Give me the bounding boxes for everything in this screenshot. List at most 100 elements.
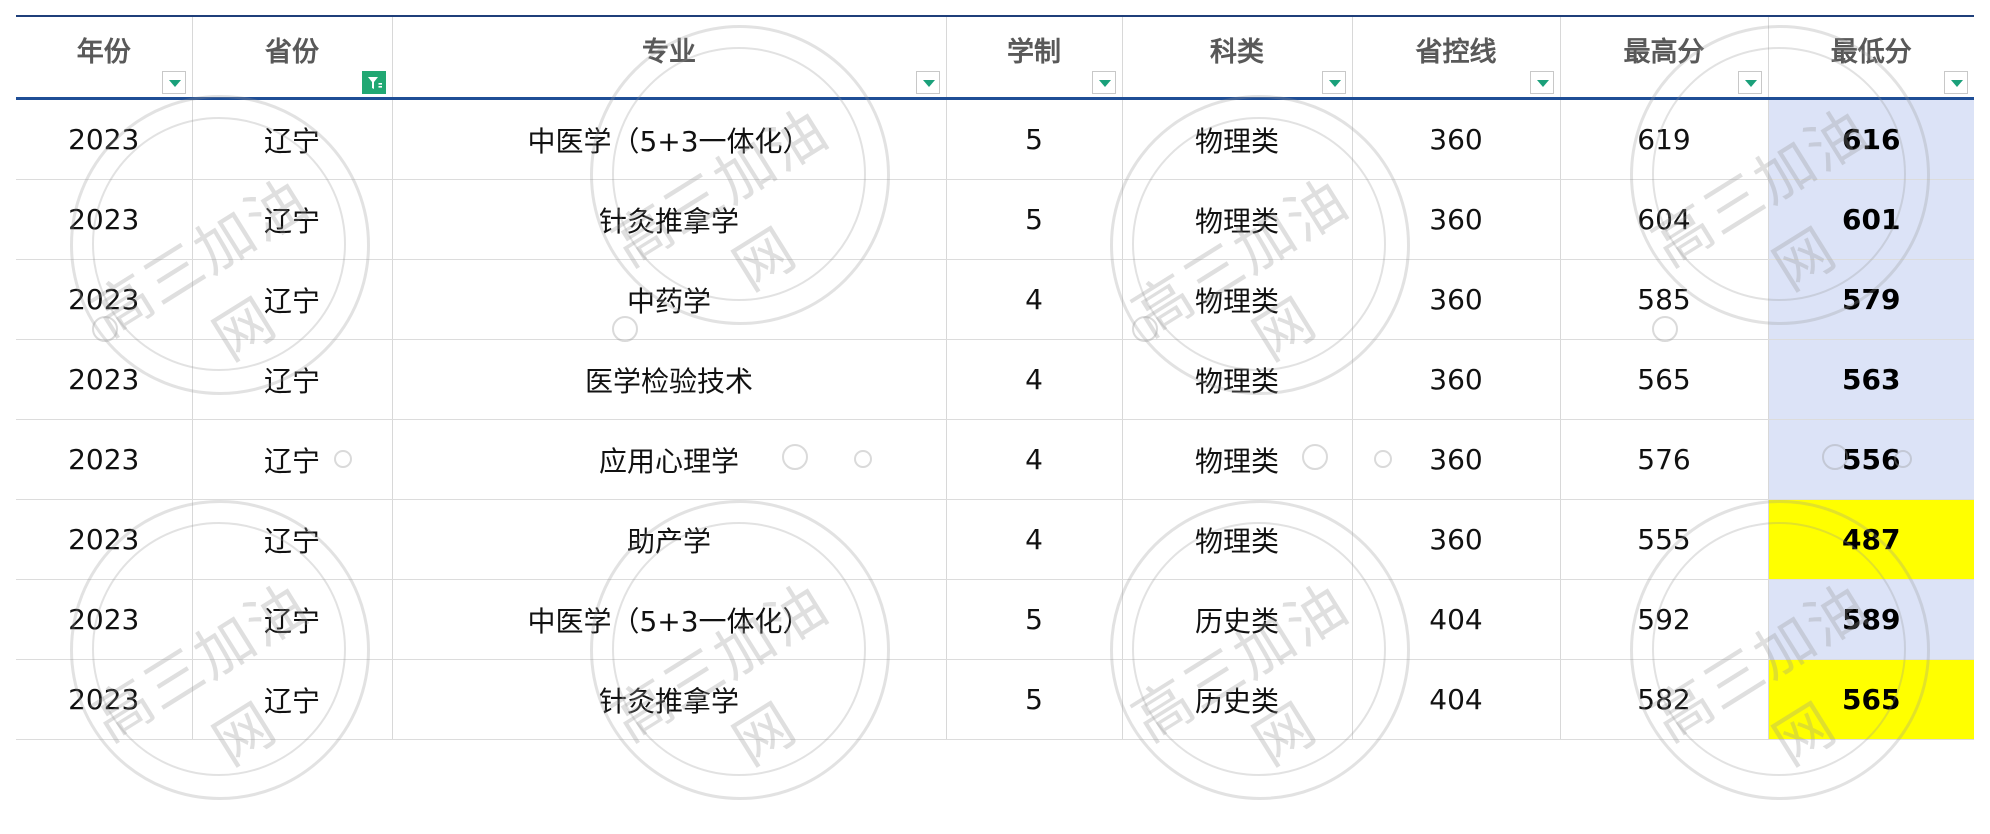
cell-province[interactable]: 辽宁: [192, 579, 393, 660]
chevron-down-icon: [1951, 80, 1963, 87]
cell-province[interactable]: 辽宁: [192, 98, 393, 180]
column-header-year: 年份: [16, 17, 193, 100]
cell-control-line[interactable]: 360: [1352, 98, 1561, 180]
chevron-down-icon: [922, 80, 935, 87]
cell-year[interactable]: 2023: [16, 659, 193, 740]
column-header-label: 专业: [642, 36, 696, 68]
cell-min-score[interactable]: 616: [1768, 98, 1974, 180]
score-table: 年份 省份 专业 学制 科类 省控线 最高分 最低分 2023 辽宁 中医学（5…: [16, 17, 1974, 740]
cell-control-line[interactable]: 360: [1352, 499, 1561, 580]
filter-dropdown-button[interactable]: [1091, 71, 1116, 94]
cell-duration[interactable]: 5: [946, 659, 1123, 740]
table-row: 2023 辽宁 针灸推拿学 5 历史类 404 582 565: [16, 659, 1974, 740]
column-header-label: 年份: [76, 36, 131, 68]
cell-year[interactable]: 2023: [16, 179, 193, 260]
cell-year[interactable]: 2023: [16, 499, 193, 580]
table-row: 2023 辽宁 针灸推拿学 5 物理类 360 604 601: [16, 179, 1974, 260]
cell-province[interactable]: 辽宁: [192, 179, 393, 260]
column-header-label: 学制: [1007, 36, 1061, 68]
table-row: 2023 辽宁 中医学（5+3一体化） 5 历史类 404 592 589: [16, 579, 1974, 660]
chevron-down-icon: [168, 80, 181, 87]
cell-major[interactable]: 中药学: [392, 259, 947, 340]
column-header-label: 最低分: [1830, 36, 1912, 68]
cell-min-score[interactable]: 563: [1768, 339, 1974, 420]
cell-year[interactable]: 2023: [16, 419, 193, 500]
cell-max-score[interactable]: 565: [1560, 339, 1769, 420]
cell-max-score[interactable]: 582: [1560, 659, 1769, 740]
column-header-label: 省份: [265, 36, 319, 68]
cell-year[interactable]: 2023: [16, 259, 193, 340]
filter-dropdown-button[interactable]: [1321, 71, 1346, 94]
cell-min-score[interactable]: 579: [1768, 259, 1974, 340]
funnel-icon: [367, 77, 382, 89]
cell-min-score[interactable]: 565: [1768, 659, 1974, 740]
cell-category[interactable]: 物理类: [1122, 259, 1353, 340]
cell-min-score[interactable]: 589: [1768, 579, 1974, 660]
cell-max-score[interactable]: 619: [1560, 98, 1769, 180]
cell-province[interactable]: 辽宁: [192, 339, 393, 420]
cell-major[interactable]: 助产学: [392, 499, 947, 580]
cell-max-score[interactable]: 592: [1560, 579, 1769, 660]
column-header-max-score: 最高分: [1560, 17, 1769, 100]
table-row: 2023 辽宁 中医学（5+3一体化） 5 物理类 360 619 616: [16, 98, 1974, 180]
cell-category[interactable]: 物理类: [1122, 339, 1353, 420]
cell-duration[interactable]: 5: [946, 579, 1123, 660]
column-header-control-line: 省控线: [1352, 17, 1561, 100]
cell-control-line[interactable]: 404: [1352, 659, 1561, 740]
cell-major[interactable]: 中医学（5+3一体化）: [392, 579, 947, 660]
column-header-min-score: 最低分: [1768, 17, 1974, 100]
cell-duration[interactable]: 5: [946, 98, 1123, 180]
cell-max-score[interactable]: 604: [1560, 179, 1769, 260]
cell-control-line[interactable]: 360: [1352, 419, 1561, 500]
filter-dropdown-button[interactable]: [1944, 71, 1968, 94]
cell-control-line[interactable]: 360: [1352, 259, 1561, 340]
cell-year[interactable]: 2023: [16, 98, 193, 180]
cell-duration[interactable]: 5: [946, 179, 1123, 260]
cell-category[interactable]: 历史类: [1122, 579, 1353, 660]
cell-category[interactable]: 物理类: [1122, 499, 1353, 580]
column-header-major: 专业: [392, 17, 947, 100]
cell-max-score[interactable]: 576: [1560, 419, 1769, 500]
cell-duration[interactable]: 4: [946, 339, 1123, 420]
cell-min-score[interactable]: 556: [1768, 419, 1974, 500]
cell-major[interactable]: 应用心理学: [392, 419, 947, 500]
active-filter-button[interactable]: [361, 71, 386, 94]
cell-duration[interactable]: 4: [946, 499, 1123, 580]
cell-control-line[interactable]: 404: [1352, 579, 1561, 660]
cell-major[interactable]: 中医学（5+3一体化）: [392, 98, 947, 180]
cell-province[interactable]: 辽宁: [192, 419, 393, 500]
table-row: 2023 辽宁 助产学 4 物理类 360 555 487: [16, 499, 1974, 580]
cell-province[interactable]: 辽宁: [192, 259, 393, 340]
cell-min-score[interactable]: 487: [1768, 499, 1974, 580]
chevron-down-icon: [1536, 80, 1549, 87]
chevron-down-icon: [1328, 80, 1341, 87]
cell-major[interactable]: 针灸推拿学: [392, 659, 947, 740]
filter-dropdown-button[interactable]: [161, 71, 186, 94]
cell-min-score[interactable]: 601: [1768, 179, 1974, 260]
column-header-duration: 学制: [946, 17, 1123, 100]
cell-major[interactable]: 针灸推拿学: [392, 179, 947, 260]
cell-max-score[interactable]: 585: [1560, 259, 1769, 340]
column-header-label: 省控线: [1415, 36, 1497, 68]
cell-max-score[interactable]: 555: [1560, 499, 1769, 580]
cell-control-line[interactable]: 360: [1352, 179, 1561, 260]
chevron-down-icon: [1744, 80, 1757, 87]
table-row: 2023 辽宁 医学检验技术 4 物理类 360 565 563: [16, 339, 1974, 420]
cell-duration[interactable]: 4: [946, 419, 1123, 500]
cell-province[interactable]: 辽宁: [192, 499, 393, 580]
column-header-label: 最高分: [1623, 36, 1705, 68]
cell-category[interactable]: 历史类: [1122, 659, 1353, 740]
cell-control-line[interactable]: 360: [1352, 339, 1561, 420]
cell-year[interactable]: 2023: [16, 339, 193, 420]
cell-major[interactable]: 医学检验技术: [392, 339, 947, 420]
filter-dropdown-button[interactable]: [1737, 71, 1762, 94]
cell-province[interactable]: 辽宁: [192, 659, 393, 740]
column-header-label: 科类: [1210, 36, 1264, 68]
filter-dropdown-button[interactable]: [1529, 71, 1554, 94]
cell-year[interactable]: 2023: [16, 579, 193, 660]
cell-category[interactable]: 物理类: [1122, 98, 1353, 180]
filter-dropdown-button[interactable]: [915, 71, 940, 94]
cell-duration[interactable]: 4: [946, 259, 1123, 340]
cell-category[interactable]: 物理类: [1122, 419, 1353, 500]
cell-category[interactable]: 物理类: [1122, 179, 1353, 260]
